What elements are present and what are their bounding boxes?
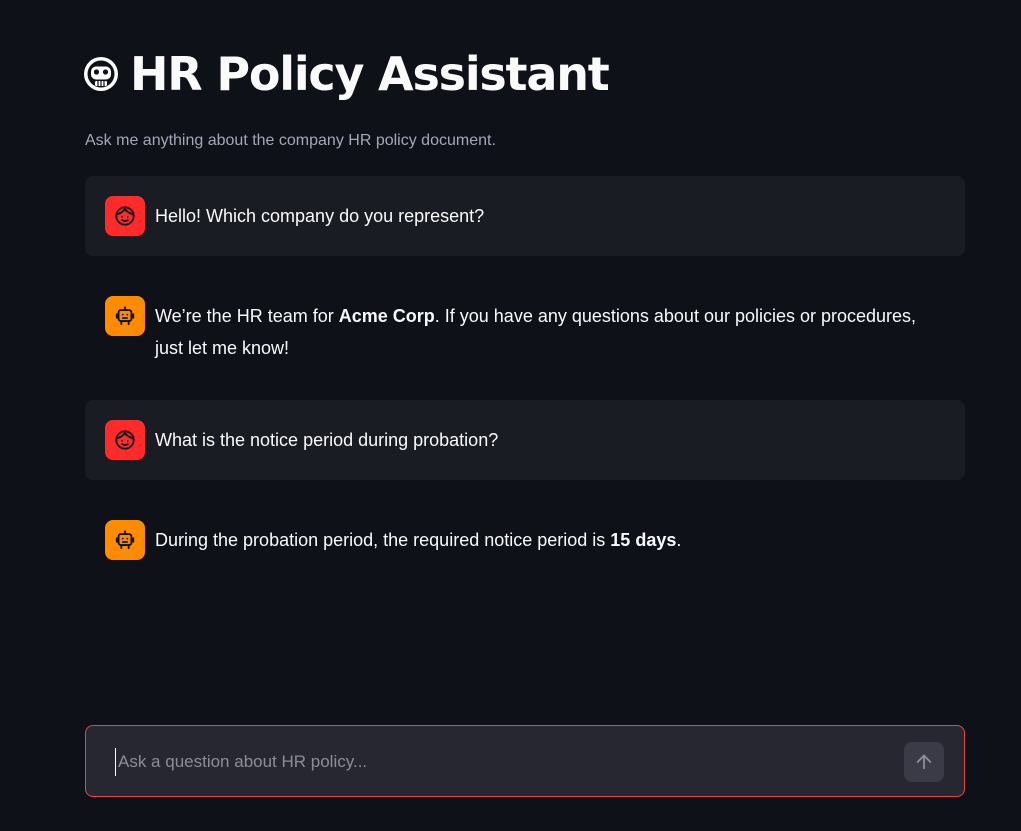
message-text: What is the notice period during probati… <box>155 420 498 456</box>
user-avatar <box>105 420 145 460</box>
user-face-icon <box>115 206 135 226</box>
send-button[interactable] <box>904 742 944 782</box>
message-text: We’re the HR team for Acme Corp. If you … <box>155 296 945 364</box>
chat-message-user: Hello! Which company do you represent? <box>85 176 965 256</box>
chat-input[interactable] <box>115 748 895 776</box>
assistant-avatar <box>105 296 145 336</box>
assistant-avatar <box>105 520 145 560</box>
robot-face-icon <box>84 57 118 91</box>
chat-input-container <box>85 725 965 797</box>
message-text-part: During the probation period, the require… <box>155 530 611 550</box>
user-face-icon <box>115 430 135 450</box>
message-text-bold: Acme Corp <box>338 306 435 326</box>
message-text-part: . <box>676 530 682 550</box>
page-title-text: HR Policy Assistant <box>130 47 610 101</box>
arrow-up-icon <box>916 754 932 770</box>
user-avatar <box>105 196 145 236</box>
bot-icon <box>115 306 135 326</box>
app-root: HR Policy Assistant Ask me anything abou… <box>0 0 1021 831</box>
page-subtitle: Ask me anything about the company HR pol… <box>85 132 496 149</box>
page-title: HR Policy Assistant <box>82 44 610 104</box>
chat-message-assistant: During the probation period, the require… <box>85 500 965 580</box>
message-text-bold: 15 days <box>610 530 677 550</box>
message-text-part: Hello! Which company do you represent? <box>155 206 485 226</box>
message-text-part: We’re the HR team for <box>155 306 339 326</box>
message-text: During the probation period, the require… <box>155 520 681 556</box>
chat-message-user: What is the notice period during probati… <box>85 400 965 480</box>
chat-message-assistant: We’re the HR team for Acme Corp. If you … <box>85 276 965 386</box>
message-text-part: What is the notice period during probati… <box>155 430 499 450</box>
message-text: Hello! Which company do you represent? <box>155 196 484 232</box>
bot-icon <box>115 530 135 550</box>
